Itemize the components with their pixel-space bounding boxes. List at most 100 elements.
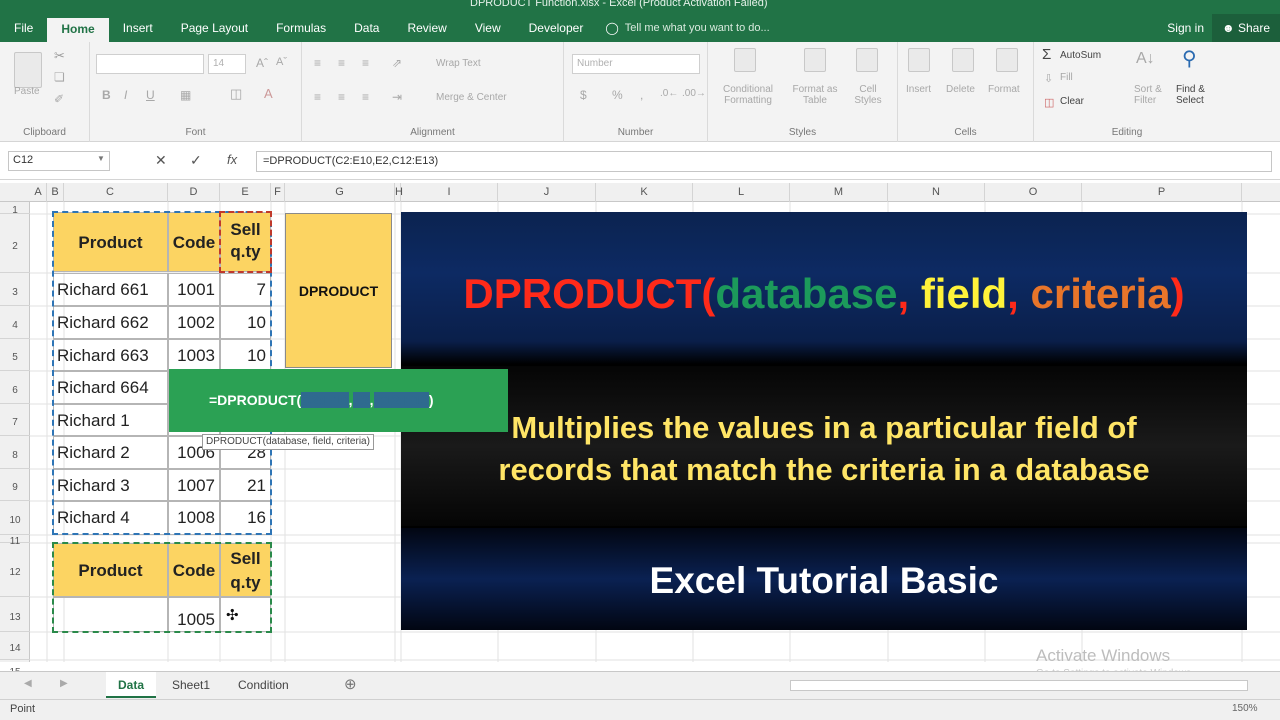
- paste-icon[interactable]: [14, 52, 42, 88]
- font-size-combo[interactable]: 14: [208, 54, 246, 74]
- column-header-L[interactable]: L: [693, 183, 790, 202]
- name-box-dropdown-icon[interactable]: ▼: [97, 154, 105, 163]
- delete-cells-button[interactable]: Delete: [946, 84, 975, 95]
- sign-in-link[interactable]: Sign in: [1159, 21, 1212, 35]
- underline-button[interactable]: U: [146, 88, 155, 102]
- column-header-O[interactable]: O: [985, 183, 1082, 202]
- align-left-icon[interactable]: ≡: [314, 90, 321, 104]
- sheet-tab-condition[interactable]: Condition: [226, 672, 301, 698]
- table-row-product[interactable]: Richard 2: [53, 436, 168, 469]
- header-product[interactable]: Product: [53, 212, 168, 272]
- table-row-code[interactable]: 1003: [168, 339, 220, 371]
- insert-function-icon[interactable]: fx: [227, 152, 237, 167]
- row-header-5[interactable]: 5: [0, 339, 30, 371]
- tab-data[interactable]: Data: [340, 14, 393, 42]
- tab-developer[interactable]: Developer: [515, 14, 598, 42]
- autosum-icon[interactable]: Σ: [1042, 46, 1051, 63]
- table-row-product[interactable]: Richard 1: [53, 404, 168, 436]
- sort-filter-icon[interactable]: A↓: [1136, 50, 1155, 68]
- share-button[interactable]: ☻ Share: [1212, 14, 1280, 42]
- find-select-button[interactable]: Find & Select: [1176, 84, 1220, 106]
- currency-button[interactable]: $: [580, 88, 587, 102]
- font-name-combo[interactable]: [96, 54, 204, 74]
- enter-icon[interactable]: ✓: [190, 152, 202, 169]
- increase-decimal-icon[interactable]: .0←: [660, 88, 678, 99]
- tab-home[interactable]: Home: [47, 18, 109, 42]
- format-cells-icon[interactable]: [996, 48, 1018, 72]
- sort-filter-button[interactable]: Sort & Filter: [1134, 84, 1174, 106]
- delete-cells-icon[interactable]: [952, 48, 974, 72]
- header-code[interactable]: Code: [168, 212, 220, 272]
- orientation-icon[interactable]: ⇗: [392, 56, 402, 70]
- align-middle-icon[interactable]: ≡: [338, 56, 345, 70]
- cell-styles-button[interactable]: Cell Styles: [846, 84, 890, 106]
- font-color-icon[interactable]: A: [264, 86, 273, 101]
- table-row-code[interactable]: 1002: [168, 306, 220, 339]
- eraser-icon[interactable]: ◫: [1044, 96, 1054, 109]
- grow-font-icon[interactable]: Aˆ: [256, 56, 268, 70]
- table-row-product[interactable]: Richard 662: [53, 306, 168, 339]
- find-icon[interactable]: ⚲: [1182, 46, 1197, 71]
- copy-icon[interactable]: ❏: [54, 70, 65, 84]
- table-row-qty[interactable]: 7: [220, 273, 271, 306]
- comma-style-icon[interactable]: ,: [640, 88, 643, 102]
- autosum-button[interactable]: AutoSum: [1060, 50, 1101, 61]
- column-header-F[interactable]: F: [271, 183, 285, 202]
- row-header-3[interactable]: 3: [0, 273, 30, 306]
- table-row-product[interactable]: Richard 663: [53, 339, 168, 371]
- header-qty[interactable]: Sell q.ty: [220, 212, 271, 272]
- column-header-J[interactable]: J: [498, 183, 596, 202]
- criteria-product[interactable]: [53, 597, 168, 632]
- cell-styles-icon[interactable]: [856, 48, 878, 72]
- decrease-decimal-icon[interactable]: .00→: [682, 88, 706, 99]
- tab-formulas[interactable]: Formulas: [262, 14, 340, 42]
- format-cells-button[interactable]: Format: [988, 84, 1020, 95]
- bold-button[interactable]: B: [102, 88, 111, 102]
- table-row-product[interactable]: Richard 4: [53, 501, 168, 535]
- insert-cells-icon[interactable]: [908, 48, 930, 72]
- horizontal-scrollbar[interactable]: [790, 680, 1248, 691]
- scroll-right-icon[interactable]: ▶: [60, 678, 68, 689]
- tab-review[interactable]: Review: [393, 14, 460, 42]
- column-header-M[interactable]: M: [790, 183, 888, 202]
- merge-center-button[interactable]: Merge & Center: [436, 92, 507, 103]
- cancel-icon[interactable]: ✕: [155, 152, 167, 169]
- table-row-qty[interactable]: 16: [220, 501, 271, 535]
- number-format-combo[interactable]: Number: [572, 54, 700, 74]
- tab-file[interactable]: File: [0, 14, 47, 42]
- format-as-table-icon[interactable]: [804, 48, 826, 72]
- sheet-tab-data[interactable]: Data: [106, 672, 157, 698]
- column-header-E[interactable]: E: [220, 183, 271, 202]
- row-header-9[interactable]: 9: [0, 469, 30, 501]
- column-header-P[interactable]: P: [1082, 183, 1242, 202]
- criteria-header-code[interactable]: Code: [168, 543, 220, 597]
- format-painter-icon[interactable]: ✐: [54, 92, 64, 106]
- criteria-code[interactable]: 1005: [168, 597, 220, 632]
- sheet-tab-sheet1[interactable]: Sheet1: [160, 672, 222, 698]
- scroll-left-icon[interactable]: ◀: [24, 678, 32, 689]
- row-header-4[interactable]: 4: [0, 306, 30, 339]
- column-header-N[interactable]: N: [888, 183, 985, 202]
- tab-view[interactable]: View: [461, 14, 515, 42]
- borders-icon[interactable]: ▦: [180, 88, 191, 102]
- column-header-D[interactable]: D: [168, 183, 220, 202]
- table-row-code[interactable]: 1007: [168, 469, 220, 501]
- align-bottom-icon[interactable]: ≡: [362, 56, 369, 70]
- percent-button[interactable]: %: [612, 88, 623, 102]
- add-sheet-icon[interactable]: ⊕: [344, 675, 357, 693]
- shrink-font-icon[interactable]: Aˇ: [276, 56, 287, 68]
- criteria-header-qty[interactable]: Sell q.ty: [220, 543, 271, 597]
- row-header-2[interactable]: 2: [0, 214, 30, 273]
- table-row-product[interactable]: Richard 3: [53, 469, 168, 501]
- conditional-formatting-button[interactable]: Conditional Formatting: [718, 84, 778, 106]
- row-header-1[interactable]: 1: [0, 202, 30, 216]
- column-header-I[interactable]: I: [401, 183, 498, 202]
- row-header-10[interactable]: 10: [0, 501, 30, 535]
- indent-icon[interactable]: ⇥: [392, 90, 402, 104]
- column-header-G[interactable]: G: [285, 183, 395, 202]
- table-row-code[interactable]: 1008: [168, 501, 220, 535]
- tab-insert[interactable]: Insert: [109, 14, 167, 42]
- formula-input[interactable]: =DPRODUCT(C2:E10,E2,C12:E13): [256, 151, 1272, 172]
- name-box[interactable]: C12: [8, 151, 110, 171]
- italic-button[interactable]: I: [124, 88, 127, 102]
